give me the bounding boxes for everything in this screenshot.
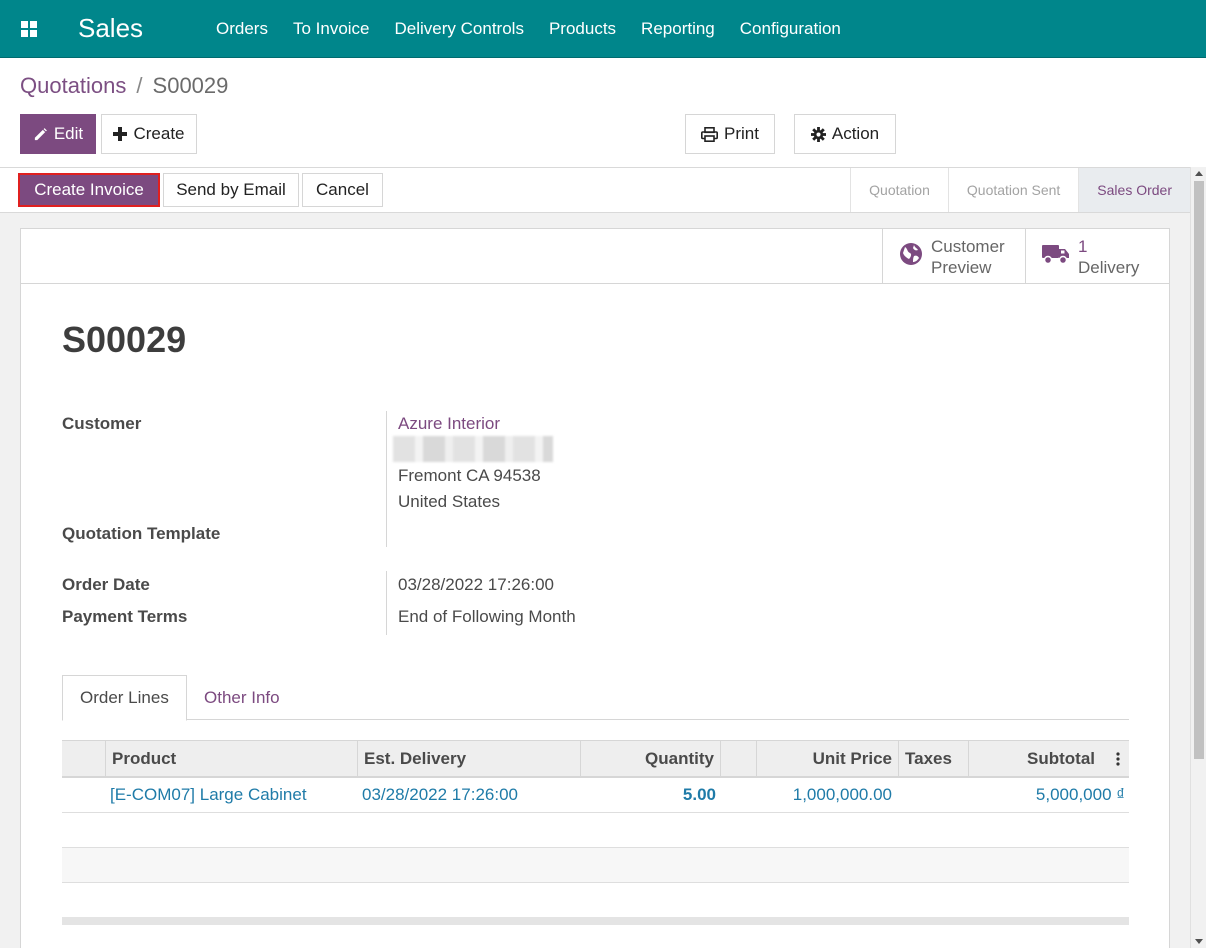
print-label: Print	[724, 124, 759, 143]
header-subtotal[interactable]: Subtotal	[968, 741, 1101, 777]
delivery-count: 1	[1078, 236, 1088, 256]
tab-other-info[interactable]: Other Info	[187, 675, 297, 720]
order-date-value: 03/28/2022 17:26:00	[398, 575, 554, 594]
globe-icon	[899, 242, 923, 271]
menu-delivery-controls[interactable]: Delivery Controls	[395, 19, 524, 39]
apps-menu-icon[interactable]	[0, 1, 58, 57]
top-navbar: Sales Orders To Invoice Delivery Control…	[0, 0, 1206, 58]
menu-products[interactable]: Products	[549, 19, 616, 39]
breadcrumb: Quotations / S00029	[20, 73, 228, 99]
delivery-label: Delivery	[1078, 257, 1140, 277]
plus-icon	[113, 127, 128, 141]
scroll-down-arrow-icon[interactable]	[1195, 939, 1203, 944]
scroll-up-arrow-icon[interactable]	[1195, 171, 1203, 176]
cell-quantity[interactable]: 5.00	[580, 778, 716, 812]
scroll-thumb[interactable]	[1194, 181, 1204, 759]
order-lines-table: Product Est. Delivery Quantity Unit Pric…	[62, 740, 1129, 925]
menu-orders[interactable]: Orders	[216, 19, 268, 39]
breadcrumb-separator: /	[136, 73, 143, 98]
cancel-button[interactable]: Cancel	[302, 173, 383, 207]
header-taxes[interactable]: Taxes	[898, 741, 968, 777]
app-name[interactable]: Sales	[78, 13, 216, 44]
column-options-icon[interactable]	[1107, 741, 1129, 777]
printer-icon	[701, 126, 719, 142]
header-quantity[interactable]: Quantity	[580, 741, 720, 777]
stage-sales-order[interactable]: Sales Order	[1078, 168, 1190, 212]
field-divider	[386, 571, 387, 635]
quotation-template-label: Quotation Template	[62, 524, 221, 543]
customer-preview-button[interactable]: Customer Preview	[882, 229, 1026, 284]
cell-est-delivery[interactable]: 03/28/2022 17:26:00	[362, 778, 518, 812]
print-button[interactable]: Print	[685, 114, 775, 154]
smart-button-bar: Customer Preview 1 Delivery	[21, 229, 1169, 284]
header-handle	[62, 741, 106, 777]
customer-link[interactable]: Azure Interior	[398, 414, 500, 434]
send-by-email-button[interactable]: Send by Email	[163, 173, 299, 207]
table-footer	[62, 917, 1129, 925]
cell-product[interactable]: [E-COM07] Large Cabinet	[110, 778, 307, 812]
stage-quotation-sent[interactable]: Quotation Sent	[947, 168, 1078, 212]
field-divider	[386, 411, 387, 547]
stage-quotation[interactable]: Quotation	[850, 168, 948, 212]
customer-city: Fremont CA 94538	[398, 466, 541, 485]
breadcrumb-quotations[interactable]: Quotations	[20, 73, 126, 99]
gear-icon	[810, 126, 826, 142]
header-uom	[720, 741, 756, 777]
status-bar: Create Invoice Send by Email Cancel Quot…	[0, 167, 1190, 213]
tab-order-lines[interactable]: Order Lines	[62, 675, 187, 721]
empty-row	[62, 813, 1129, 848]
payment-terms-value: End of Following Month	[398, 607, 576, 626]
order-title: S00029	[62, 319, 187, 360]
edit-label: Edit	[53, 124, 84, 143]
empty-row	[62, 848, 1129, 883]
create-button[interactable]: Create	[101, 114, 197, 154]
menu-configuration[interactable]: Configuration	[740, 19, 841, 39]
cell-unit-price[interactable]: 1,000,000.00	[756, 778, 892, 812]
header-product[interactable]: Product	[105, 741, 357, 777]
delivery-button[interactable]: 1 Delivery	[1025, 229, 1169, 284]
vertical-scrollbar[interactable]	[1190, 167, 1206, 948]
form-sheet: Customer Preview 1 Delivery S00029 Custo…	[20, 228, 1170, 948]
pencil-icon	[33, 127, 48, 142]
create-invoice-button[interactable]: Create Invoice	[18, 173, 160, 207]
cell-subtotal[interactable]: 5,000,000 ₫	[968, 778, 1125, 812]
header-est-delivery[interactable]: Est. Delivery	[357, 741, 580, 777]
customer-label: Customer	[62, 414, 142, 433]
redacted-address	[393, 436, 553, 462]
edit-button[interactable]: Edit	[20, 114, 96, 154]
notebook-tabs: Order Lines Other Info	[62, 675, 1129, 721]
action-label: Action	[831, 124, 880, 143]
menu-reporting[interactable]: Reporting	[641, 19, 715, 39]
truck-icon	[1042, 243, 1070, 270]
create-label: Create	[133, 124, 185, 143]
table-header: Product Est. Delivery Quantity Unit Pric…	[62, 740, 1129, 778]
order-date-label: Order Date	[62, 575, 150, 594]
menu-to-invoice[interactable]: To Invoice	[293, 19, 370, 39]
header-unit-price[interactable]: Unit Price	[756, 741, 898, 777]
payment-terms-label: Payment Terms	[62, 607, 188, 626]
customer-preview-line2: Preview	[931, 257, 992, 277]
action-button[interactable]: Action	[794, 114, 896, 154]
stage-pipeline: Quotation Quotation Sent Sales Order	[850, 168, 1190, 212]
customer-preview-line1: Customer	[931, 236, 1005, 256]
table-row[interactable]: [E-COM07] Large Cabinet 03/28/2022 17:26…	[62, 778, 1129, 813]
breadcrumb-current: S00029	[152, 73, 229, 98]
main-menu: Orders To Invoice Delivery Controls Prod…	[216, 19, 866, 39]
customer-country: United States	[398, 492, 501, 511]
